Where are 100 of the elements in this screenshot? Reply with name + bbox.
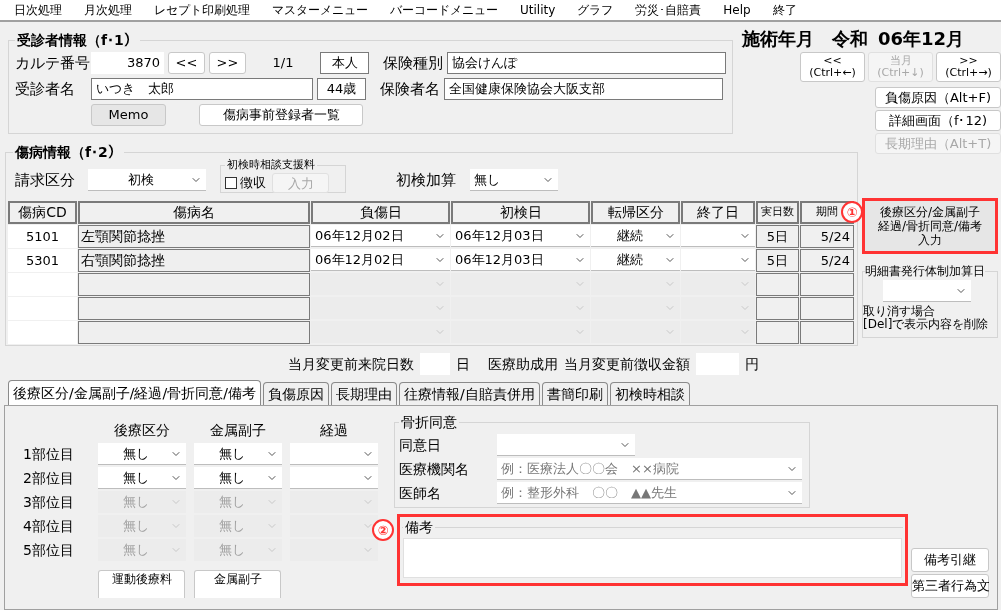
menu-item[interactable]: 終了 <box>772 1 797 19</box>
field-label: 同意日 <box>399 435 442 455</box>
days-cell: 5日 <box>756 225 799 248</box>
text-field[interactable]: 3870 <box>91 52 164 74</box>
code-cell[interactable]: 5301 <box>8 249 77 272</box>
dropdown[interactable] <box>290 467 378 489</box>
field-label: 保険種別 <box>382 52 443 74</box>
date-dropdown[interactable]: 06年12月02日 <box>311 249 450 271</box>
menu-item[interactable]: レセプト印刷処理 <box>154 1 250 19</box>
outcome-dropdown[interactable]: 継続 <box>591 225 680 247</box>
shortcut-button[interactable]: 詳細画面（f･12) <box>875 110 1001 131</box>
field-label: 2部位目 <box>22 468 75 488</box>
outcome-dropdown[interactable]: 継続 <box>591 249 680 271</box>
dropdown[interactable]: 無し <box>98 443 186 465</box>
period-cell <box>800 321 854 344</box>
age-field[interactable]: 44歳 <box>317 78 366 100</box>
tab[interactable]: 負傷原因 <box>262 382 329 405</box>
date-dropdown[interactable] <box>497 434 635 456</box>
group-title: 備考 <box>404 518 434 537</box>
column-header: 傷病CD <box>8 201 77 224</box>
field-label: 1部位目 <box>22 444 75 464</box>
dropdown[interactable]: 無し <box>470 169 558 191</box>
group-title: 骨折同意 <box>400 413 458 432</box>
tab[interactable]: 長期理由 <box>330 382 397 405</box>
code-cell[interactable]: 5101 <box>8 225 77 248</box>
date-dropdown[interactable] <box>311 297 450 319</box>
list-button[interactable]: 傷病事前登録者一覧 <box>199 104 363 126</box>
name-cell[interactable]: 右顎関節捻挫 <box>78 249 310 272</box>
date-dropdown[interactable] <box>681 273 755 295</box>
tab[interactable]: 書簡印刷 <box>541 382 608 405</box>
tab[interactable]: 初検時相談 <box>609 382 690 405</box>
date-dropdown[interactable] <box>883 280 971 302</box>
doctor-dropdown[interactable]: 例：整形外科 〇〇 ▲▲先生 <box>497 482 802 504</box>
date-dropdown[interactable]: 06年12月03日 <box>451 249 590 271</box>
date-dropdown[interactable] <box>681 297 755 319</box>
remarks-textarea[interactable] <box>403 538 902 578</box>
date-dropdown[interactable] <box>311 273 450 295</box>
name-cell[interactable] <box>78 273 310 296</box>
column-header: 終了日 <box>681 201 755 224</box>
dropdown[interactable] <box>290 539 378 561</box>
menu-item[interactable]: マスターメニュー <box>272 1 368 19</box>
period-cell: 5/24 <box>800 225 854 248</box>
dropdown[interactable] <box>290 515 378 537</box>
date-dropdown[interactable] <box>681 225 755 247</box>
month-nav-button[interactable]: << (Ctrl+←) <box>800 52 865 82</box>
name-cell[interactable] <box>78 297 310 320</box>
group-title: 明細書発行体制加算日 <box>865 263 985 280</box>
column-header: 金属副子 <box>209 421 267 440</box>
field-label: 当月変更前徴収金額 <box>564 354 690 374</box>
column-header: 経過 <box>319 421 349 440</box>
date-dropdown[interactable] <box>681 321 755 343</box>
relation-field[interactable]: 本人 <box>320 52 369 74</box>
text-field[interactable]: いつき 太郎 <box>91 78 313 100</box>
next-button[interactable]: >> <box>209 52 246 74</box>
name-cell[interactable] <box>78 321 310 344</box>
date-dropdown[interactable] <box>311 321 450 343</box>
group-title: 傷病情報（f･2） <box>14 143 123 162</box>
code-cell[interactable] <box>8 321 77 344</box>
remarks-button[interactable]: 備考引継 <box>911 548 989 572</box>
collect-checkbox[interactable]: 徴収 <box>225 173 266 193</box>
period-cell <box>800 297 854 320</box>
dropdown[interactable]: 無し <box>194 443 282 465</box>
dropdown[interactable]: 無し <box>98 467 186 489</box>
calc-date-button[interactable]: 金属副子 <box>194 570 281 598</box>
menu-item[interactable]: Help <box>723 1 751 19</box>
field-label: 請求区分 <box>14 169 76 191</box>
previous-button[interactable]: << <box>168 52 205 74</box>
remarks-button[interactable]: 第三者行為文 <box>911 574 989 598</box>
tab[interactable]: 後療区分/金属副子/経過/骨折同意/備考 <box>8 380 261 405</box>
menu-item[interactable]: グラフ <box>577 1 614 19</box>
institution-dropdown[interactable]: 例：医療法人〇〇会 ××病院 <box>497 458 802 480</box>
entry-button[interactable]: 後療区分/金属副子 経過/骨折同意/備考 入力 <box>862 198 998 254</box>
menu-item[interactable]: バーコードメニュー <box>390 1 498 19</box>
text-field[interactable]: 全国健康保険協会大阪支部 <box>444 78 723 100</box>
dropdown[interactable]: 初検 <box>88 169 206 191</box>
menu-item[interactable]: 労災･自賠責 <box>635 1 702 19</box>
code-cell[interactable] <box>8 273 77 296</box>
date-dropdown[interactable]: 06年12月03日 <box>451 225 590 247</box>
menu-item[interactable]: Utility <box>520 1 556 19</box>
date-dropdown[interactable]: 06年12月02日 <box>311 225 450 247</box>
tab[interactable]: 往療情報/自賠責併用 <box>398 382 540 405</box>
memo-button[interactable]: Memo <box>91 104 166 126</box>
field-label: 保険者名 <box>379 78 440 100</box>
column-header: 実日数 <box>756 201 799 224</box>
dropdown[interactable] <box>290 443 378 465</box>
menu-item[interactable]: 日次処理 <box>14 1 62 19</box>
field-label: 医療助成用 <box>488 354 558 374</box>
dropdown[interactable]: 無し <box>194 467 282 489</box>
column-header: 後療区分 <box>113 421 171 440</box>
menu-item[interactable]: 月次処理 <box>84 1 132 19</box>
days-cell <box>756 321 799 344</box>
text-field[interactable]: 協会けんぽ <box>447 52 726 74</box>
date-dropdown[interactable] <box>681 249 755 271</box>
note-text: [Del]で表示内容を削除 <box>863 318 990 331</box>
shortcut-button[interactable]: 負傷原因（Alt+F) <box>875 87 1001 108</box>
code-cell[interactable] <box>8 297 77 320</box>
group-title: 受診者情報（f･1） <box>16 31 139 50</box>
name-cell[interactable]: 左顎関節捻挫 <box>78 225 310 248</box>
month-nav-button[interactable]: >> (Ctrl+→) <box>936 52 1001 82</box>
calc-date-button[interactable]: 運動後療料 <box>98 570 185 598</box>
